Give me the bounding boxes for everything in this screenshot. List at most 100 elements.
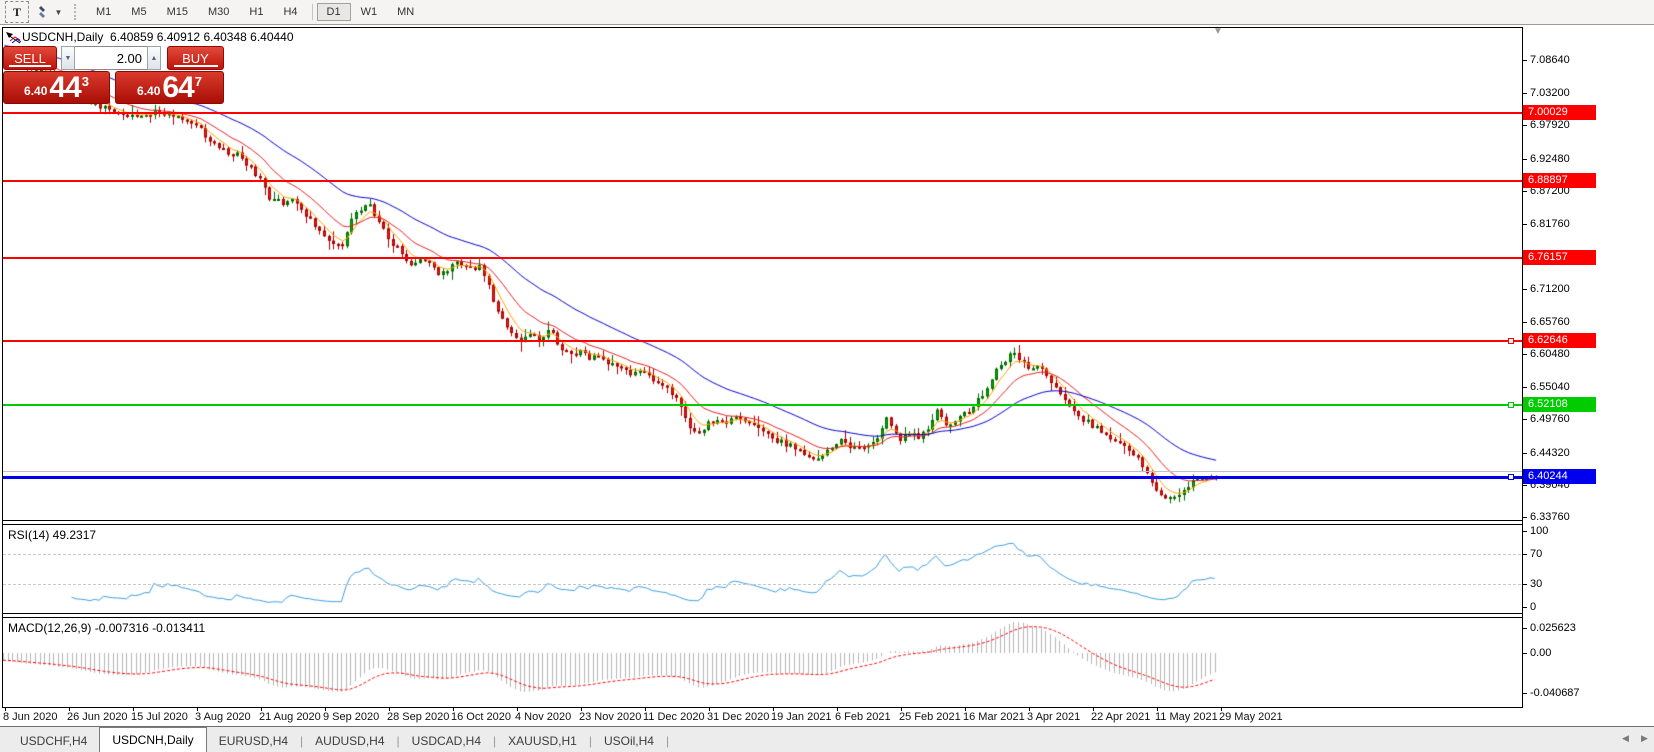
rsi-pane-bottom-border bbox=[2, 613, 1522, 614]
price-axis-tick bbox=[1522, 191, 1527, 192]
sell-price-display[interactable]: 6.40 44 3 bbox=[3, 71, 110, 104]
timeframe-button-h4[interactable]: H4 bbox=[273, 3, 307, 21]
macd-scale-label: 0.025623 bbox=[1530, 622, 1576, 634]
chart-tab-usdcad[interactable]: USDCAD,H4 bbox=[400, 731, 493, 752]
date-axis-label: 3 Aug 2020 bbox=[195, 711, 251, 723]
price-axis-tick bbox=[1522, 485, 1527, 486]
tab-separator: | bbox=[665, 734, 670, 748]
chart-tab-usdchf[interactable]: USDCHF,H4 bbox=[8, 731, 99, 752]
dropdown-caret-icon: ▼ bbox=[54, 7, 63, 17]
price-axis-tick bbox=[1522, 387, 1527, 388]
price-axis-label: 7.08640 bbox=[1530, 54, 1570, 66]
macd-indicator-canvas[interactable] bbox=[3, 618, 1522, 707]
price-badge-6.88897: 6.88897 bbox=[1523, 173, 1596, 188]
price-axis-tick bbox=[1522, 93, 1527, 94]
buy-price-sup: 7 bbox=[194, 74, 202, 89]
rsi-level-line-30 bbox=[3, 584, 1521, 585]
horizontal-line-6.40244[interactable] bbox=[3, 476, 1522, 479]
macd-scale-label: -0.040687 bbox=[1530, 687, 1580, 699]
ask-price-line[interactable] bbox=[3, 471, 1522, 472]
date-axis-label: 22 Apr 2021 bbox=[1091, 711, 1151, 723]
horizontal-line-6.62646[interactable] bbox=[3, 340, 1522, 342]
horizontal-line-6.88897[interactable] bbox=[3, 180, 1522, 182]
timeframe-button-w1[interactable]: W1 bbox=[351, 3, 388, 21]
macd-pane-top-border bbox=[2, 617, 1522, 618]
volume-control: ▼ ▲ bbox=[61, 46, 161, 70]
toolbar-grip bbox=[74, 4, 80, 20]
buy-price-display[interactable]: 6.40 64 7 bbox=[115, 71, 224, 104]
price-axis-tick bbox=[1522, 607, 1527, 608]
chart-shift-marker-icon[interactable]: ▼ bbox=[1213, 27, 1223, 37]
date-axis-label: 26 Jun 2020 bbox=[67, 711, 128, 723]
rsi-label: RSI(14) 49.2317 bbox=[8, 528, 97, 542]
sell-button[interactable]: SELL bbox=[3, 46, 57, 70]
price-axis-tick bbox=[1522, 693, 1527, 694]
sell-price-sup: 3 bbox=[81, 74, 89, 89]
tab-scroll-right-icon[interactable]: ▶ bbox=[1641, 733, 1648, 744]
chart-title-ohlc: 6.40859 6.40912 6.40348 6.40440 bbox=[110, 30, 294, 44]
date-axis-label: 3 Apr 2021 bbox=[1027, 711, 1081, 723]
date-axis-label: 6 Feb 2021 bbox=[835, 711, 891, 723]
price-axis-tick bbox=[1522, 224, 1527, 225]
timeframe-button-m15[interactable]: M15 bbox=[157, 3, 198, 21]
buy-price-big: 64 bbox=[162, 71, 194, 104]
timeframe-button-mn[interactable]: MN bbox=[387, 3, 424, 21]
price-badge-6.40244: 6.40244 bbox=[1523, 469, 1596, 484]
date-axis-label: 28 Sep 2020 bbox=[387, 711, 450, 723]
date-axis-label: 11 Dec 2020 bbox=[643, 711, 705, 723]
timeframe-button-m1[interactable]: M1 bbox=[86, 3, 121, 21]
chart-tab-xauusd[interactable]: XAUUSD,H1 bbox=[496, 731, 589, 752]
volume-input[interactable] bbox=[75, 46, 147, 70]
candlestick-chart-canvas[interactable] bbox=[3, 28, 1522, 520]
text-tool-button[interactable]: T bbox=[5, 1, 29, 23]
horizontal-line-7.00029[interactable] bbox=[3, 112, 1522, 114]
date-axis-label: 31 Dec 2020 bbox=[707, 711, 770, 723]
price-axis-tick bbox=[1522, 554, 1527, 555]
chart-tab-audusd[interactable]: AUDUSD,H4 bbox=[303, 731, 396, 752]
arrange-arrows-button[interactable]: ▼ bbox=[31, 1, 67, 23]
timeframe-button-h1[interactable]: H1 bbox=[239, 3, 273, 21]
chart-tab-bar: USDCHF,H4 USDCNH,Daily EURUSD,H4 | AUDUSD,H4… bbox=[0, 726, 1654, 752]
price-axis-tick bbox=[1522, 531, 1527, 532]
chart-tab-usoil[interactable]: USOil,H4 bbox=[592, 731, 666, 752]
price-axis-label: 6.92480 bbox=[1530, 153, 1570, 165]
rsi-scale-label: 70 bbox=[1530, 548, 1543, 560]
price-badge-6.52108: 6.52108 bbox=[1523, 397, 1596, 412]
price-axis-border bbox=[1522, 27, 1523, 708]
date-axis-label: 15 Jul 2020 bbox=[131, 711, 188, 723]
volume-decrease-button[interactable]: ▼ bbox=[61, 46, 75, 70]
chart-tab-usdcnh[interactable]: USDCNH,Daily bbox=[99, 727, 207, 752]
tab-scroll-left-icon[interactable]: ◀ bbox=[1622, 733, 1629, 744]
horizontal-line-6.76157[interactable] bbox=[3, 257, 1522, 259]
rsi-indicator-canvas[interactable] bbox=[3, 525, 1522, 613]
volume-increase-button[interactable]: ▲ bbox=[147, 46, 161, 70]
price-axis-label: 6.44320 bbox=[1530, 447, 1570, 459]
horizontal-line-6.52108[interactable] bbox=[3, 404, 1522, 406]
price-axis-tick bbox=[1522, 653, 1527, 654]
price-axis-tick bbox=[1522, 419, 1527, 420]
price-badge-7.00029: 7.00029 bbox=[1523, 105, 1596, 120]
date-axis-label: 23 Nov 2020 bbox=[579, 711, 642, 723]
rsi-level-line-70 bbox=[3, 554, 1521, 555]
timeframe-button-m30[interactable]: M30 bbox=[198, 3, 239, 21]
rsi-scale-label: 30 bbox=[1530, 578, 1543, 590]
price-axis-tick bbox=[1522, 453, 1527, 454]
price-axis-label: 7.03200 bbox=[1530, 87, 1570, 99]
timeframe-button-m5[interactable]: M5 bbox=[121, 3, 156, 21]
price-badge-6.76157: 6.76157 bbox=[1523, 250, 1596, 265]
chart-tab-eurusd[interactable]: EURUSD,H4 bbox=[207, 731, 300, 752]
diagonal-arrows-icon bbox=[38, 6, 45, 18]
timeframe-button-d1[interactable]: D1 bbox=[316, 3, 351, 21]
line-handle[interactable] bbox=[1508, 402, 1514, 408]
sell-price-small: 6.40 bbox=[24, 84, 48, 98]
buy-button[interactable]: BUY bbox=[167, 46, 224, 70]
line-handle[interactable] bbox=[1508, 338, 1514, 344]
price-axis-tick bbox=[1522, 159, 1527, 160]
buy-underline bbox=[173, 65, 218, 67]
price-axis-label: 6.33760 bbox=[1530, 511, 1570, 523]
date-axis-label: 25 Feb 2021 bbox=[899, 711, 961, 723]
line-handle[interactable] bbox=[1508, 474, 1514, 480]
price-axis-tick bbox=[1522, 60, 1527, 61]
price-axis-tick bbox=[1522, 517, 1527, 518]
price-axis-label: 6.49760 bbox=[1530, 413, 1570, 425]
